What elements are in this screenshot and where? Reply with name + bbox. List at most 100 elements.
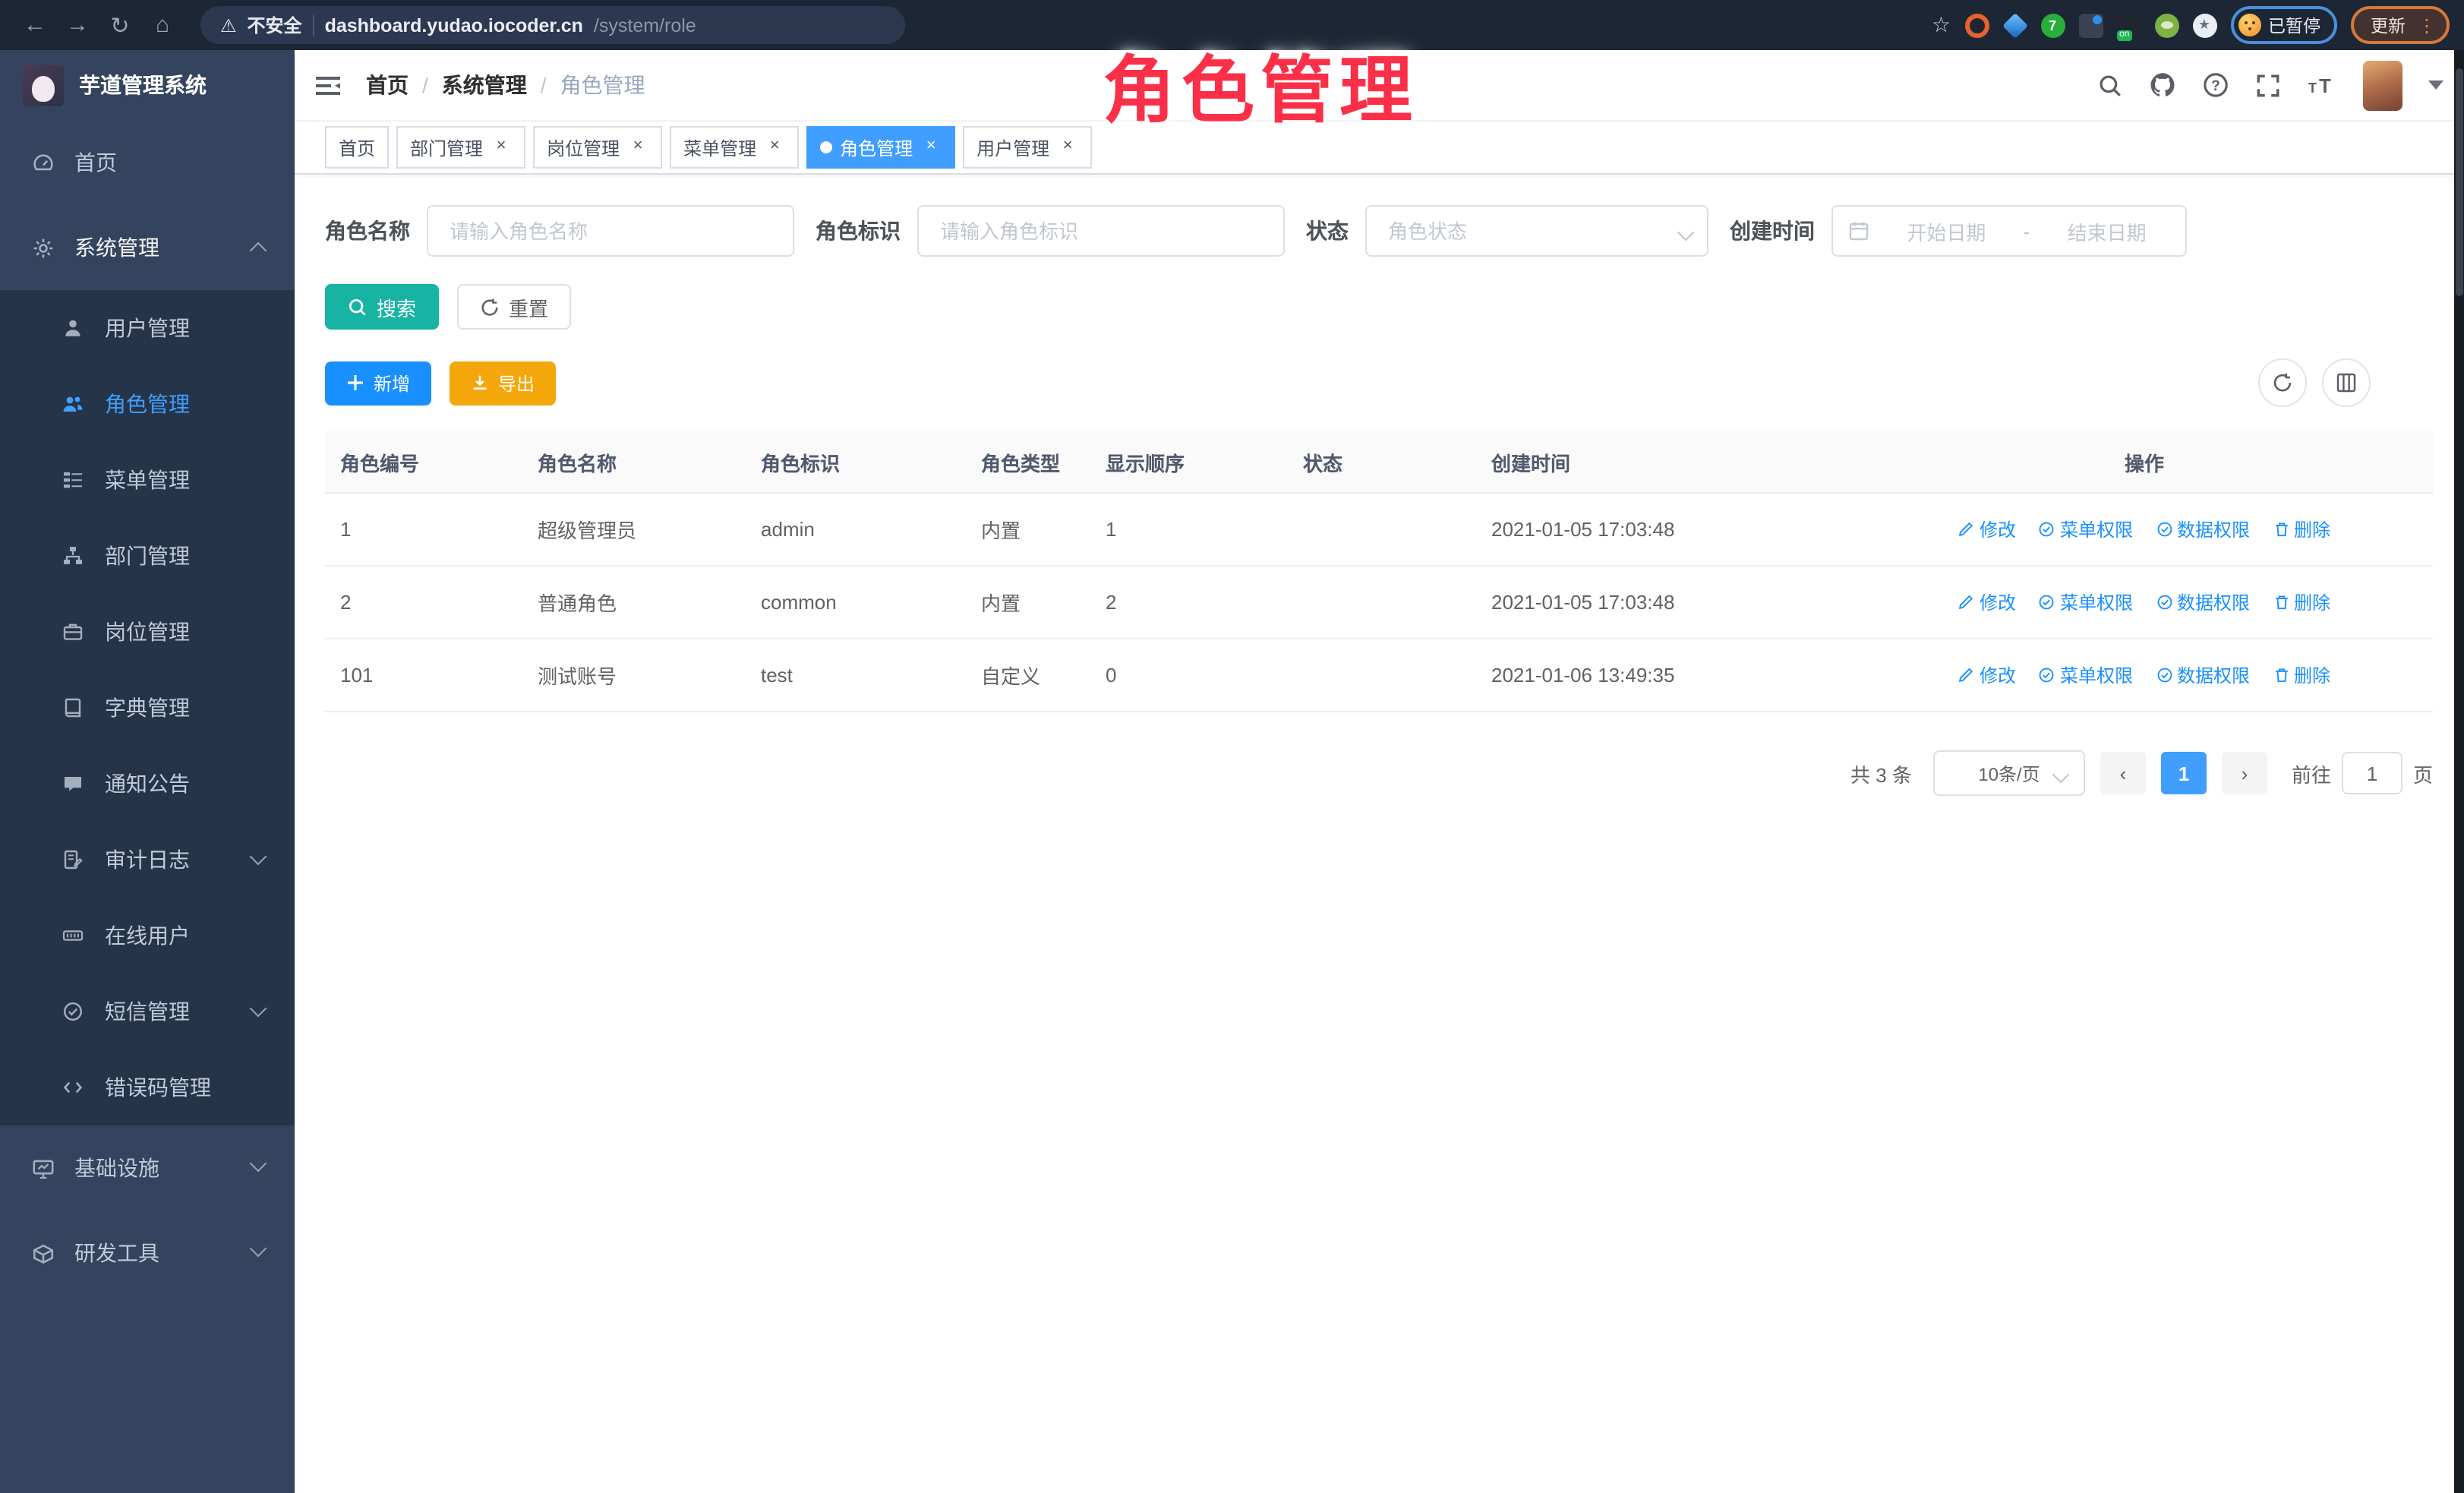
end-date-placeholder[interactable]: 结束日期 [2043,216,2170,245]
toolbox-icon [30,1241,55,1265]
tag-users[interactable]: 用户管理× [963,126,1092,169]
export-button[interactable]: 导出 [450,361,556,405]
caret-down-icon[interactable] [2428,80,2443,90]
sidebar-item-label: 用户管理 [105,313,190,343]
tag-roles-active[interactable]: 角色管理× [806,126,955,169]
column-header: 角色标识 [746,447,966,476]
extension-icon-ring[interactable] [1964,13,1989,37]
row-actions: 修改 菜单权限 数据权限 删除 [1856,662,2433,688]
role-type: 内置 [966,588,1090,617]
active-dot-icon [820,141,832,153]
sidebar-item-departments[interactable]: 部门管理 [0,518,295,594]
extension-icon-puzzle[interactable]: ★ [2192,13,2216,37]
fullscreen-icon[interactable] [2255,72,2281,98]
browser-reload-icon[interactable]: ↻ [100,11,140,39]
search-icon[interactable] [2097,72,2123,98]
sidebar-item-label: 审计日志 [105,844,190,875]
logo-band[interactable]: 芋道管理系统 [0,50,295,120]
breadcrumb-system[interactable]: 系统管理 [442,70,527,100]
goto-page-input[interactable] [2342,752,2402,794]
close-icon[interactable]: × [920,137,942,158]
close-icon[interactable]: × [1057,137,1078,158]
sidebar-item-dict[interactable]: 字典管理 [0,670,295,746]
hamburger-icon[interactable] [316,74,342,96]
data-permission-link[interactable]: 数据权限 [2156,589,2250,615]
browser-home-icon[interactable]: ⌂ [143,12,182,38]
scrollbar[interactable] [2454,50,2464,1493]
edit-link[interactable]: 修改 [1958,516,2016,542]
close-icon[interactable]: × [491,137,512,158]
sidebar-item-dev-tools[interactable]: 研发工具 [0,1210,295,1296]
sidebar-item-infrastructure[interactable]: 基础设施 [0,1125,295,1210]
sidebar-item-label: 岗位管理 [105,617,190,647]
prev-page-button[interactable]: ‹ [2100,752,2146,794]
reset-button[interactable]: 重置 [457,284,571,330]
menu-permission-link[interactable]: 菜单权限 [2039,589,2133,615]
date-range-picker[interactable]: 开始日期 - 结束日期 [1831,205,2187,257]
sidebar-item-menus[interactable]: 菜单管理 [0,442,295,518]
tag-posts[interactable]: 岗位管理× [533,126,662,169]
browser-back-icon[interactable]: ← [15,12,55,38]
role-name-input[interactable] [427,205,794,257]
tag-departments[interactable]: 部门管理× [396,126,525,169]
extension-icon-gem[interactable] [2002,13,2027,37]
github-icon[interactable] [2149,71,2176,99]
edit-link[interactable]: 修改 [1958,662,2016,688]
sidebar-item-roles[interactable]: 角色管理 [0,366,295,442]
scrollbar-thumb[interactable] [2456,68,2463,296]
sidebar-item-online-users[interactable]: 在线用户 [0,898,295,974]
menu-permission-link[interactable]: 菜单权限 [2039,662,2133,688]
tag-home[interactable]: 首页 [325,126,389,169]
address-bar[interactable]: ⚠ 不安全 dashboard.yudao.iocoder.cn /system… [200,6,905,44]
sidebar-item-notice[interactable]: 通知公告 [0,746,295,822]
chevron-down-icon [250,1000,267,1018]
sidebar-item-users[interactable]: 用户管理 [0,290,295,366]
breadcrumb-home[interactable]: 首页 [366,70,409,100]
data-permission-link[interactable]: 数据权限 [2156,516,2250,542]
status-select-input[interactable] [1365,205,1708,257]
refresh-table-button[interactable] [2258,358,2307,407]
status-select[interactable] [1365,205,1708,257]
extension-icon-grid[interactable] [2078,13,2103,37]
start-date-placeholder[interactable]: 开始日期 [1883,216,2010,245]
sidebar-item-error-codes[interactable]: 错误码管理 [0,1050,295,1125]
page-size-select[interactable]: 10条/页 [1933,750,2085,796]
sidebar-item-audit-log[interactable]: 审计日志 [0,822,295,898]
sidebar-item-label: 字典管理 [105,693,190,723]
tag-menus[interactable]: 菜单管理 × [670,126,799,169]
data-permission-link[interactable]: 数据权限 [2156,662,2250,688]
avatar[interactable] [2363,60,2402,110]
role-name: 测试账号 [522,661,746,690]
url-host: dashboard.yudao.iocoder.cn [325,14,583,36]
page-1-button[interactable]: 1 [2161,752,2207,794]
extension-icon-seven[interactable]: 7 [2040,13,2065,37]
edit-link[interactable]: 修改 [1958,589,2016,615]
bookmark-star-icon[interactable]: ☆ [1932,12,1951,38]
sidebar-item-posts[interactable]: 岗位管理 [0,594,295,670]
close-icon[interactable]: × [764,137,785,158]
extension-icon-on[interactable]: on [2116,13,2141,37]
browser-menu-dots-icon[interactable]: ⋮ [2418,14,2436,36]
add-button[interactable]: 新增 [325,361,431,405]
tag-label: 菜单管理 [683,134,756,160]
sidebar-item-home[interactable]: 首页 [0,120,295,205]
role-key: test [746,664,966,687]
browser-forward-icon[interactable]: → [58,12,97,38]
peoples-icon [61,392,85,416]
sidebar-item-sms[interactable]: 短信管理 [0,974,295,1050]
search-button[interactable]: 搜索 [325,284,439,330]
delete-link[interactable]: 删除 [2273,589,2330,615]
font-size-icon[interactable]: TT [2307,73,2337,97]
menu-permission-link[interactable]: 菜单权限 [2039,516,2133,542]
paused-badge[interactable]: 已暂停 [2230,6,2337,44]
close-icon[interactable]: × [627,137,648,158]
delete-link[interactable]: 删除 [2273,662,2330,688]
next-page-button[interactable]: › [2222,752,2267,794]
browser-update-button[interactable]: 更新 ⋮ [2351,6,2450,44]
role-key-input[interactable] [917,205,1285,257]
delete-link[interactable]: 删除 [2273,516,2330,542]
help-icon[interactable]: ? [2202,71,2229,99]
sidebar-item-system[interactable]: 系统管理 [0,205,295,290]
extension-icon-monkey[interactable] [2154,13,2178,37]
column-settings-button[interactable] [2322,358,2371,407]
